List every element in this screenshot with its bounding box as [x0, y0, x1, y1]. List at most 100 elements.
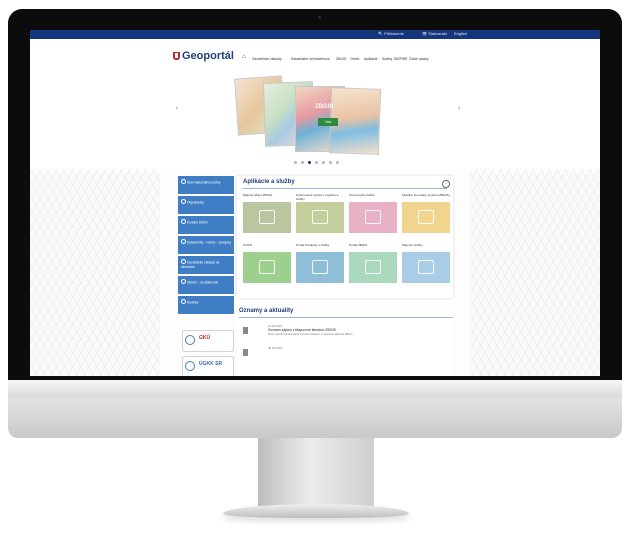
divider: [239, 317, 453, 318]
app-tile[interactable]: Mapový klient ZBGIS: [243, 193, 291, 233]
sidebar-item-label: Kontakt ÚGKK: [187, 220, 208, 225]
menu-item-zbgis[interactable]: ZBGIS: [336, 57, 346, 61]
slovak-coat-of-arms-icon: [173, 52, 180, 60]
menu-item-apps[interactable]: Aplikácie: [364, 57, 378, 61]
sidebar-item[interactable]: Stav katastrálnej služby: [178, 176, 234, 194]
site-logo[interactable]: Geoportál: [182, 50, 234, 62]
app-tile-image: [349, 202, 397, 233]
app-tile-image: [296, 252, 344, 283]
app-tile[interactable]: Overovacia služba: [349, 193, 397, 233]
app-tile-image: [402, 252, 450, 283]
sidebar: Stav katastrálnej služby Objednávky Kontak…: [178, 176, 234, 316]
app-tile-label: Mapový klient ZBGIS: [243, 193, 273, 197]
app-tile[interactable]: GNSS: [243, 243, 291, 283]
carousel-dot[interactable]: [301, 161, 304, 164]
sidebar-item[interactable]: Kontakt ÚGKK: [178, 216, 234, 234]
carousel-title: ZBGIS: [315, 104, 334, 110]
app-tile-image: [402, 202, 450, 233]
app-icon: [365, 260, 381, 274]
carousel-more-button[interactable]: Viac: [318, 118, 338, 126]
app-tile-label: GNSS: [243, 243, 252, 247]
sidebar-item-label: Stav katastrálnej služby: [187, 180, 221, 185]
sidebar-item[interactable]: Geodetické základy na stiahnutie: [178, 256, 234, 274]
carousel-dot[interactable]: [308, 161, 311, 164]
globe-icon: [181, 299, 186, 304]
partner-logo-ugkk[interactable]: ÚGKK SR: [182, 356, 234, 376]
globe-icon: [181, 239, 186, 244]
main-nav: Geoportál ⌂ Geodetické základy Katastrál…: [30, 39, 600, 67]
partner-label: ÚGKK SR: [199, 361, 223, 367]
screen: 🔍 Prihlásenie 👁 Slabozrakí English Geopo…: [30, 30, 600, 376]
monitor-chin: [8, 380, 622, 438]
app-icon: [312, 260, 328, 274]
apps-panel: Aplikácie a služby − Mapový klient ZBGIS…: [237, 176, 453, 298]
app-tile-label: Portál ZBGIS: [349, 243, 368, 247]
app-tile-image: [243, 252, 291, 283]
carousel-dot[interactable]: [315, 161, 318, 164]
sidebar-item-label: Novinky: [187, 300, 199, 305]
carousel-dot[interactable]: [322, 161, 325, 164]
globe-icon: [181, 279, 186, 284]
language-link[interactable]: English: [454, 31, 467, 36]
carousel-indicators: [294, 161, 354, 165]
sidebar-item-label: ZBGIS – na stiahnutie: [187, 280, 219, 285]
app-icon: [259, 210, 275, 224]
carousel-prev-icon[interactable]: ‹: [176, 106, 178, 112]
collapse-icon[interactable]: −: [442, 180, 450, 188]
monitor-stand-base: [223, 504, 409, 518]
news-date: 06.09.2023: [268, 346, 282, 350]
accessibility-link[interactable]: 👁 Slabozrakí: [422, 31, 447, 36]
app-tile-label: Overovacia služba: [349, 193, 375, 197]
globe-icon: [181, 199, 186, 204]
app-tile[interactable]: Kopírovanie výpisu z registra a služby: [296, 193, 344, 233]
menu-item-inspire[interactable]: INSPIRE: [394, 57, 408, 61]
globe-icon: [185, 335, 195, 345]
app-tile-image: [349, 252, 397, 283]
sidebar-item-label: Dokumenty – normy – predpisy: [187, 240, 232, 245]
sidebar-item[interactable]: Dokumenty – normy – predpisy: [178, 236, 234, 254]
camera-dot: [318, 16, 321, 19]
partner-logo-gku[interactable]: GKÚ: [182, 330, 234, 352]
menu-item-cadastre[interactable]: Katastrálne nehnuteľnosti: [291, 57, 330, 61]
app-tile-label: Mobilné formuláre (systém ZBGIS): [402, 193, 450, 197]
app-tile-label: Portál Produkty a služby: [296, 243, 330, 247]
news-item[interactable]: 12.09.2023 Zoznam zápisu v Mapovom klient…: [241, 324, 451, 342]
app-icon: [418, 260, 434, 274]
home-icon[interactable]: ⌂: [242, 54, 246, 60]
login-link[interactable]: 🔍 Prihlásenie: [378, 31, 404, 36]
login-label: Prihlásenie: [384, 31, 404, 36]
apps-title: Aplikácie a služby: [243, 179, 295, 185]
carousel-dot[interactable]: [336, 161, 339, 164]
menu-item-faq[interactable]: Časté otázky: [409, 57, 429, 61]
app-tile-label: Kopírovanie výpisu z registra a služby: [296, 193, 339, 201]
app-tile[interactable]: Portál Produkty a služby: [296, 243, 344, 283]
sidebar-item[interactable]: Objednávky: [178, 196, 234, 214]
app-tile-image: [296, 202, 344, 233]
menu-item-geodetic[interactable]: Geodetické základy: [252, 57, 282, 61]
app-icon: [365, 210, 381, 224]
app-tile[interactable]: Portál ZBGIS: [349, 243, 397, 283]
menu-item-ortofo[interactable]: Ortofo: [350, 57, 359, 61]
app-tile[interactable]: Mapové služby: [402, 243, 450, 283]
globe-icon: [181, 179, 186, 184]
monitor-stand-neck: [258, 438, 374, 506]
app-tile[interactable]: Mobilné formuláre (systém ZBGIS): [402, 193, 450, 233]
app-icon: [418, 210, 434, 224]
document-icon: [243, 327, 248, 334]
news-item[interactable]: 06.09.2023: [241, 346, 451, 364]
menu-item-services[interactable]: Služby: [382, 57, 392, 61]
globe-icon: [185, 361, 195, 371]
news-section: Oznamy a aktuality 12.09.2023 Zoznam zápi…: [237, 304, 453, 376]
carousel-dot[interactable]: [329, 161, 332, 164]
news-description: Nový spôsob zobrazovania zoznamu zápisov…: [268, 333, 353, 336]
app-icon: [259, 260, 275, 274]
sidebar-item[interactable]: ZBGIS – na stiahnutie: [178, 276, 234, 294]
carousel-next-icon[interactable]: ›: [458, 106, 460, 112]
globe-icon: [181, 259, 186, 264]
sidebar-item-label: Geodetické základy na stiahnutie: [181, 260, 220, 269]
carousel-dot[interactable]: [294, 161, 297, 164]
sidebar-item-label: Objednávky: [187, 200, 204, 205]
news-title: Oznamy a aktuality: [239, 308, 294, 314]
sidebar-item[interactable]: Novinky: [178, 296, 234, 314]
accessibility-label: Slabozrakí: [428, 31, 448, 36]
